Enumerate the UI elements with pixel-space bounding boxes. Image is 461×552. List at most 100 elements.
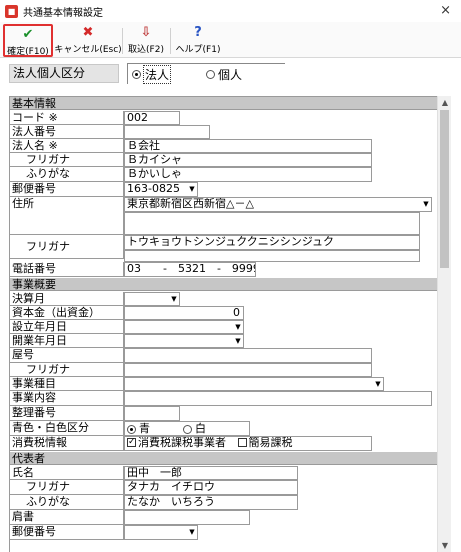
corp-furigana-label: フリガナ [10, 153, 124, 167]
opened-date-label: 開業年月日 [10, 334, 124, 348]
address-select[interactable]: 東京都新宿区西新宿△－△ ▼ [124, 197, 432, 212]
scroll-thumb[interactable] [440, 110, 449, 268]
address-furigana-input[interactable]: トウキョウトシンジュククニシシンジュク [124, 235, 420, 250]
taxable-business-checkbox[interactable]: 消費税課税事業者 [127, 436, 226, 449]
blue-white-label: 青色・白色区分 [10, 421, 124, 436]
phone-label: 電話番号 [10, 262, 124, 277]
corp-number-input[interactable] [124, 125, 210, 139]
radio-circle-icon [127, 424, 136, 434]
business-content-label: 事業内容 [10, 391, 124, 406]
rep-title-input[interactable] [124, 510, 250, 525]
chevron-down-icon[interactable]: ▼ [233, 335, 243, 347]
taxable-business-label: 消費税課税事業者 [138, 436, 226, 449]
phone-input[interactable]: 03 - 5321 - 9999 [124, 262, 256, 277]
consumption-tax-options: 消費税課税事業者 簡易課税 [124, 436, 372, 451]
vertical-scrollbar[interactable]: ▲ ▼ [437, 96, 451, 552]
section-representative: 代表者 [10, 452, 437, 465]
radio-blue[interactable]: 青 [127, 423, 150, 435]
scroll-down-icon[interactable]: ▼ [438, 541, 452, 550]
postal-code-value: 163-0825 [127, 182, 180, 195]
industry-label: 事業種目 [10, 377, 124, 391]
section-business: 事業概要 [10, 278, 437, 291]
toolbar-divider [170, 28, 171, 54]
corp-hiragana-label: ふりがな [10, 167, 124, 182]
address-value: 東京都新宿区西新宿△－△ [127, 197, 254, 210]
rep-postal-select[interactable]: ▼ [124, 525, 198, 540]
radio-circle-icon [132, 70, 141, 79]
rep-hiragana-input[interactable]: たなか いちろう [124, 495, 298, 510]
cancel-label: キャンセル(Esc) [54, 45, 122, 55]
industry-select[interactable]: ▼ [124, 377, 384, 391]
address-label: 住所 [10, 197, 124, 235]
radio-corporation[interactable]: 法人 [132, 65, 172, 84]
business-content-input[interactable] [124, 391, 432, 406]
trade-name-input[interactable] [124, 348, 372, 363]
radio-individual-label: 個人 [218, 68, 243, 82]
scroll-up-icon[interactable]: ▲ [438, 98, 452, 107]
code-input[interactable]: 002 [124, 111, 180, 125]
corp-type-label: 法人個人区分 [9, 64, 119, 83]
cancel-button[interactable]: ✖ キャンセル(Esc) [54, 24, 122, 57]
rep-furigana-label: フリガナ [10, 480, 124, 495]
checkbox-checked-icon [127, 437, 136, 448]
blue-white-radio-group: 青 白 [124, 421, 250, 436]
chevron-down-icon[interactable]: ▼ [187, 183, 197, 196]
radio-corporation-label: 法人 [142, 65, 172, 84]
reference-number-label: 整理番号 [10, 406, 124, 421]
help-icon: ? [194, 25, 202, 40]
corp-hiragana-input[interactable]: Ｂかいしゃ [124, 167, 372, 182]
opened-date-select[interactable]: ▼ [124, 334, 244, 348]
rep-title-label: 肩書 [10, 510, 124, 525]
section-basic: 基本情報 [10, 97, 437, 110]
fiscal-month-select[interactable]: ▼ [124, 292, 180, 306]
confirm-label: 確定(F10) [7, 47, 49, 57]
chevron-down-icon[interactable]: ▼ [187, 526, 197, 539]
rep-furigana-input[interactable]: タナカ イチロウ [124, 480, 298, 495]
chevron-down-icon[interactable]: ▼ [373, 378, 383, 390]
address-line2-input[interactable] [124, 212, 420, 235]
trade-furigana-label: フリガナ [10, 363, 124, 377]
close-icon[interactable]: × [440, 3, 451, 18]
corp-furigana-input[interactable]: Ｂカイシャ [124, 153, 372, 167]
capital-input[interactable]: 0 [124, 306, 244, 320]
checkbox-empty-icon [237, 438, 247, 447]
founded-date-select[interactable]: ▼ [124, 320, 244, 334]
import-label: 取込(F2) [128, 45, 164, 55]
code-label: コード ※ [10, 111, 124, 125]
trade-name-label: 屋号 [10, 348, 124, 363]
rep-name-label: 氏名 [10, 466, 124, 480]
simplified-tax-checkbox[interactable]: 簡易課税 [237, 437, 293, 449]
chevron-down-icon[interactable]: ▼ [169, 293, 179, 305]
corp-type-radio-group: 法人 個人 [127, 63, 285, 84]
corp-name-label: 法人名 ※ [10, 139, 124, 153]
help-label: ヘルプ(F1) [175, 45, 221, 55]
toolbar: ✔ 確定(F10) ✖ キャンセル(Esc) ⇩ 取込(F2) ? ヘルプ(F1… [0, 22, 461, 58]
postal-code-select[interactable]: 163-0825 ▼ [124, 182, 198, 197]
corp-number-label: 法人番号 [10, 125, 124, 139]
window-title: 共通基本情報設定 [23, 7, 103, 19]
toolbar-divider [122, 28, 123, 54]
address-furigana-line2-input[interactable] [124, 250, 420, 262]
corp-name-input[interactable]: Ｂ会社 [124, 139, 372, 153]
rep-hiragana-label: ふりがな [10, 495, 124, 510]
trade-furigana-input[interactable] [124, 363, 372, 377]
check-icon: ✔ [22, 27, 34, 42]
import-icon: ⇩ [140, 25, 152, 40]
address-furigana-label: フリガナ [10, 235, 124, 259]
rep-postal-label: 郵便番号 [10, 525, 124, 540]
rep-name-input[interactable]: 田中 一郎 [124, 466, 298, 480]
chevron-down-icon[interactable]: ▼ [233, 321, 243, 333]
chevron-down-icon[interactable]: ▼ [421, 198, 431, 211]
info-grid: 基本情報 コード ※ 002 法人番号 法人名 ※ Ｂ会社 フリガナ Ｂカイシャ… [9, 96, 451, 552]
radio-individual[interactable]: 個人 [206, 66, 242, 83]
fiscal-month-label: 決算月 [10, 292, 124, 306]
app-icon: ■ [5, 4, 18, 18]
radio-white[interactable]: 白 [183, 423, 206, 435]
radio-white-label: 白 [195, 422, 206, 435]
radio-circle-icon [206, 70, 215, 79]
confirm-button[interactable]: ✔ 確定(F10) [3, 24, 53, 57]
help-button[interactable]: ? ヘルプ(F1) [173, 24, 223, 57]
import-button[interactable]: ⇩ 取込(F2) [125, 24, 167, 57]
reference-number-input[interactable] [124, 406, 180, 421]
radio-blue-label: 青 [139, 422, 150, 435]
